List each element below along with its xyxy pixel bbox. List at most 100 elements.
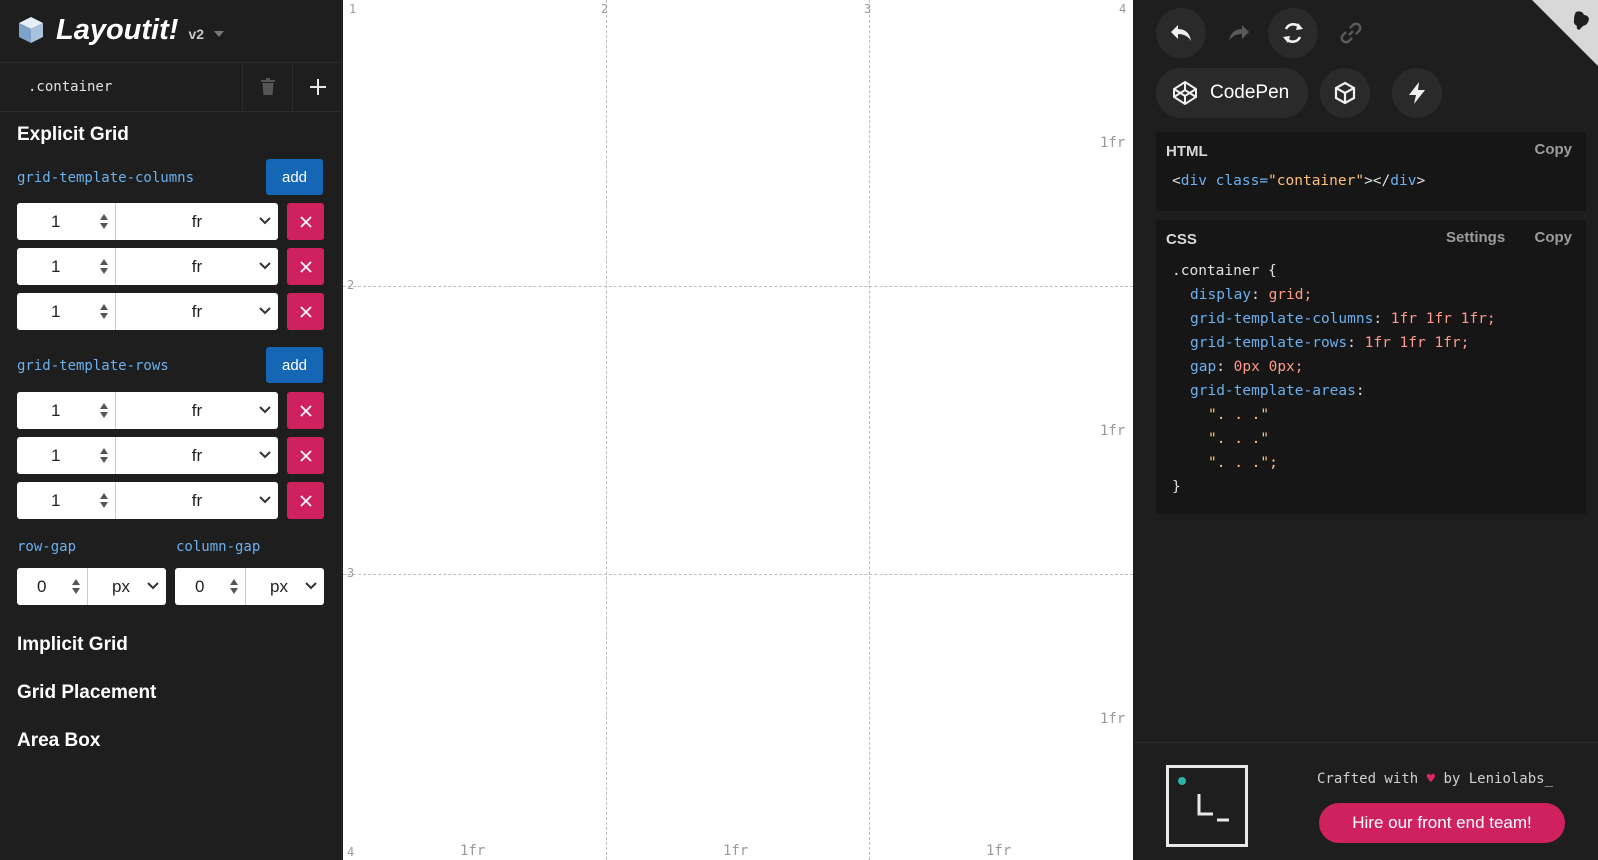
- row-track-1: 1 fr: [17, 392, 324, 429]
- css-property-line[interactable]: gap: 0px 0px;: [1190, 359, 1304, 375]
- remove-column-1-button[interactable]: [287, 203, 324, 240]
- redo-icon: [1229, 25, 1249, 41]
- remove-column-2-button[interactable]: [287, 248, 324, 285]
- crafted-credit: Crafted with ♥ by Leniolabs_: [1317, 771, 1554, 787]
- row-track-3: 1 fr: [17, 482, 324, 519]
- column-1-unit-select[interactable]: fr: [116, 203, 278, 240]
- css-property-line[interactable]: grid-template-rows: 1fr 1fr 1fr;: [1190, 335, 1469, 351]
- css-property-line[interactable]: grid-template-areas:: [1190, 383, 1365, 399]
- codepen-button[interactable]: CodePen: [1156, 68, 1308, 118]
- section-area-box[interactable]: Area Box: [17, 730, 100, 752]
- row-track-2: 1 fr: [17, 437, 324, 474]
- chevron-down-icon: [259, 307, 271, 315]
- remove-row-2-button[interactable]: [287, 437, 324, 474]
- column-track-label: 1fr: [460, 843, 486, 859]
- reset-button[interactable]: [1268, 8, 1318, 58]
- section-grid-placement[interactable]: Grid Placement: [17, 682, 156, 704]
- close-icon: [299, 449, 312, 462]
- chevron-down-icon: [259, 406, 271, 414]
- spinner-icon[interactable]: [99, 213, 109, 230]
- column-gap-control: 0 px: [175, 568, 324, 605]
- undo-icon: [1171, 25, 1191, 41]
- grid-template-columns-label: grid-template-columns: [17, 170, 195, 186]
- column-2-unit-select[interactable]: fr: [116, 248, 278, 285]
- row-gap-control: 0 px: [17, 568, 166, 605]
- css-property-line[interactable]: grid-template-columns: 1fr 1fr 1fr;: [1190, 311, 1496, 327]
- html-copy-button[interactable]: Copy: [1535, 141, 1573, 158]
- spinner-icon[interactable]: [99, 492, 109, 509]
- row-gap-input[interactable]: 0: [17, 568, 88, 605]
- css-area-line[interactable]: ". . .": [1208, 407, 1269, 423]
- delete-container-button[interactable]: [242, 63, 292, 111]
- codesandbox-button[interactable]: [1320, 68, 1370, 118]
- github-corner-icon[interactable]: [1532, 0, 1598, 66]
- row-line-number: 4: [347, 845, 355, 859]
- stackblitz-button[interactable]: [1392, 68, 1442, 118]
- row-track-label: 1fr: [1100, 135, 1126, 151]
- spinner-icon[interactable]: [71, 578, 81, 595]
- share-link-button[interactable]: [1326, 8, 1376, 58]
- section-implicit-grid[interactable]: Implicit Grid: [17, 634, 128, 656]
- column-gap-input[interactable]: 0: [175, 568, 246, 605]
- css-selector-line[interactable]: .container {: [1172, 263, 1277, 279]
- app-logo[interactable]: Layoutit! v2: [16, 10, 225, 50]
- spinner-icon[interactable]: [99, 447, 109, 464]
- heart-icon: ♥: [1426, 771, 1436, 787]
- chevron-down-icon[interactable]: [214, 31, 225, 37]
- css-property-line[interactable]: display: grid;: [1190, 287, 1312, 303]
- chevron-down-icon: [259, 496, 271, 504]
- undo-button[interactable]: [1156, 8, 1206, 58]
- remove-column-3-button[interactable]: [287, 293, 324, 330]
- close-icon: [299, 215, 312, 228]
- html-code-box: HTML Copy <div class="container"></div>: [1156, 132, 1586, 211]
- row-1-value-input[interactable]: 1: [17, 392, 116, 429]
- container-selector: .container: [0, 62, 342, 112]
- column-2-value-input[interactable]: 1: [17, 248, 116, 285]
- row-2-value-input[interactable]: 1: [17, 437, 116, 474]
- row-1-unit-select[interactable]: fr: [116, 392, 278, 429]
- grid-template-rows-label: grid-template-rows: [17, 358, 169, 374]
- grid-canvas[interactable]: 1 2 3 4 2 3 4 1fr 1fr 1fr 1fr 1fr 1fr: [343, 0, 1133, 860]
- column-3-unit-select[interactable]: fr: [116, 293, 278, 330]
- column-line-number: 3: [864, 2, 872, 16]
- add-column-button[interactable]: add: [266, 159, 323, 195]
- column-line-number: 1: [349, 2, 357, 16]
- hire-team-button[interactable]: Hire our front end team!: [1319, 803, 1565, 843]
- spinner-icon[interactable]: [229, 578, 239, 595]
- remove-row-3-button[interactable]: [287, 482, 324, 519]
- leniolabs-logo-icon: [1178, 777, 1229, 822]
- footer: L_ Crafted with ♥ by Leniolabs_ Hire our…: [1134, 742, 1598, 860]
- css-area-line[interactable]: ". . .";: [1208, 455, 1278, 471]
- add-container-button[interactable]: [292, 63, 342, 111]
- add-row-button[interactable]: add: [266, 347, 323, 383]
- column-track-label: 1fr: [723, 843, 749, 859]
- app-name: Layoutit!: [56, 13, 179, 46]
- spinner-icon[interactable]: [99, 258, 109, 275]
- css-area-line[interactable]: ". . .": [1208, 431, 1269, 447]
- link-icon: [1340, 22, 1362, 44]
- row-3-value-input[interactable]: 1: [17, 482, 116, 519]
- column-3-value-input[interactable]: 1: [17, 293, 116, 330]
- redo-button[interactable]: [1214, 8, 1264, 58]
- remove-row-1-button[interactable]: [287, 392, 324, 429]
- row-line-number: 2: [347, 278, 355, 292]
- chevron-down-icon: [147, 582, 159, 590]
- codepen-icon: [1173, 80, 1197, 106]
- section-explicit-grid[interactable]: Explicit Grid: [17, 124, 129, 146]
- row-2-unit-select[interactable]: fr: [116, 437, 278, 474]
- container-name[interactable]: .container: [0, 63, 242, 111]
- css-settings-button[interactable]: Settings: [1446, 229, 1505, 246]
- cube-logo-icon: [19, 17, 43, 43]
- spinner-icon[interactable]: [99, 303, 109, 320]
- chevron-down-icon: [259, 451, 271, 459]
- css-copy-button[interactable]: Copy: [1535, 229, 1573, 246]
- row-gap-unit-select[interactable]: px: [88, 568, 166, 605]
- row-3-unit-select[interactable]: fr: [116, 482, 278, 519]
- leniolabs-logo[interactable]: L_: [1166, 765, 1248, 847]
- spinner-icon[interactable]: [99, 402, 109, 419]
- chevron-down-icon: [305, 582, 317, 590]
- html-code-line[interactable]: <div class="container"></div>: [1172, 173, 1425, 189]
- column-gap-unit-select[interactable]: px: [246, 568, 324, 605]
- column-1-value-input[interactable]: 1: [17, 203, 116, 240]
- row-line: [343, 286, 1133, 287]
